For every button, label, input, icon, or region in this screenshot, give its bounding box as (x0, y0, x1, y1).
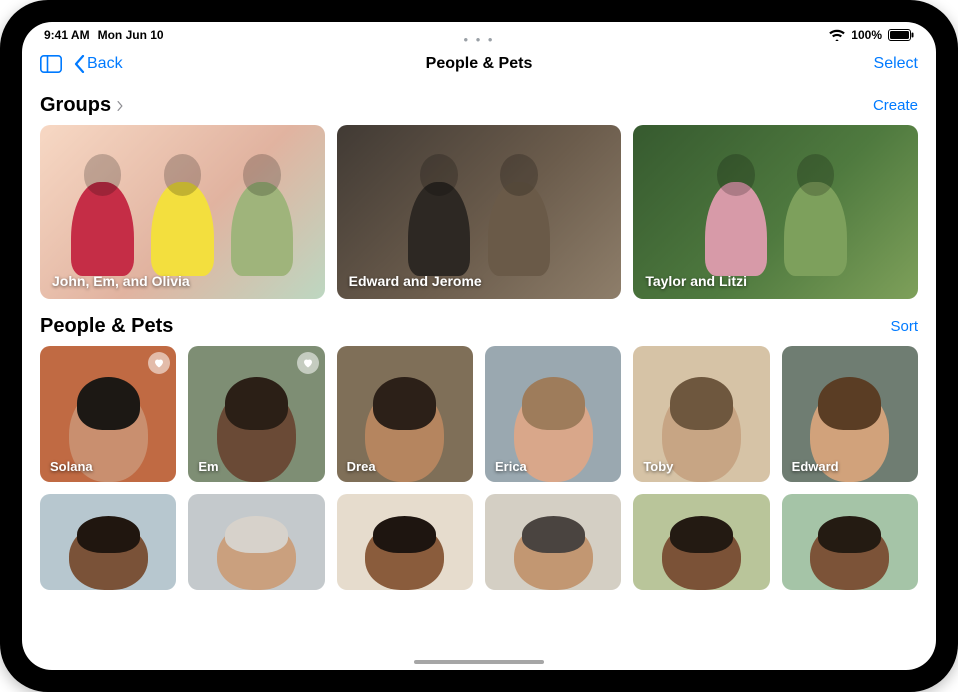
people-section-header: People & Pets Sort (40, 315, 918, 338)
group-card[interactable]: Edward and Jerome (337, 125, 622, 299)
people-heading-label: People & Pets (40, 315, 173, 338)
person-card[interactable]: Solana (40, 346, 176, 482)
wifi-icon (829, 29, 845, 41)
person-label: Em (198, 459, 218, 474)
person-photo (782, 494, 918, 590)
sidebar-toggle-button[interactable] (40, 54, 62, 74)
navigation-bar: Back People & Pets Select (22, 44, 936, 84)
content-scroll[interactable]: Groups Create John, Em, and Olivia (22, 84, 936, 670)
person-card[interactable]: Edward (782, 346, 918, 482)
select-button[interactable]: Select (874, 55, 918, 73)
group-label: John, Em, and Olivia (52, 273, 190, 289)
create-group-button[interactable]: Create (873, 97, 918, 114)
people-heading: People & Pets (40, 315, 173, 338)
groups-heading-label: Groups (40, 94, 111, 117)
groups-row: John, Em, and Olivia Edward and Jerome (40, 125, 918, 299)
person-card[interactable] (485, 494, 621, 590)
heart-icon (302, 357, 314, 369)
group-card[interactable]: John, Em, and Olivia (40, 125, 325, 299)
status-date: Mon Jun 10 (98, 28, 164, 42)
battery-icon (888, 29, 914, 41)
group-card[interactable]: Taylor and Litzi (633, 125, 918, 299)
back-label: Back (87, 55, 123, 73)
status-battery-pct: 100% (851, 28, 882, 42)
person-card[interactable]: Em (188, 346, 324, 482)
person-card[interactable] (337, 494, 473, 590)
person-photo (188, 494, 324, 590)
person-label: Solana (50, 459, 93, 474)
status-time: 9:41 AM (44, 28, 90, 42)
groups-heading[interactable]: Groups (40, 94, 125, 117)
sort-button[interactable]: Sort (890, 318, 918, 335)
person-card[interactable]: Erica (485, 346, 621, 482)
person-card[interactable] (782, 494, 918, 590)
device-frame: • • • 9:41 AM Mon Jun 10 100% (0, 0, 958, 692)
person-label: Edward (792, 459, 839, 474)
group-label: Taylor and Litzi (645, 273, 747, 289)
person-photo (40, 494, 176, 590)
page-title: People & Pets (22, 55, 936, 73)
person-card[interactable] (633, 494, 769, 590)
chevron-right-icon (115, 101, 125, 111)
people-grid: Solana Em Drea Erica (40, 346, 918, 590)
person-card[interactable]: Toby (633, 346, 769, 482)
groups-section-header: Groups Create (40, 94, 918, 117)
person-label: Erica (495, 459, 527, 474)
screen: • • • 9:41 AM Mon Jun 10 100% (22, 22, 936, 670)
person-card[interactable] (40, 494, 176, 590)
person-label: Toby (643, 459, 673, 474)
person-card[interactable]: Drea (337, 346, 473, 482)
back-button[interactable]: Back (74, 55, 123, 73)
chevron-left-icon (74, 55, 85, 73)
favorite-badge[interactable] (297, 352, 319, 374)
person-photo (633, 494, 769, 590)
group-label: Edward and Jerome (349, 273, 482, 289)
home-indicator[interactable] (414, 660, 544, 664)
person-photo (337, 494, 473, 590)
person-label: Drea (347, 459, 376, 474)
person-card[interactable] (188, 494, 324, 590)
person-photo (485, 494, 621, 590)
heart-icon (153, 357, 165, 369)
